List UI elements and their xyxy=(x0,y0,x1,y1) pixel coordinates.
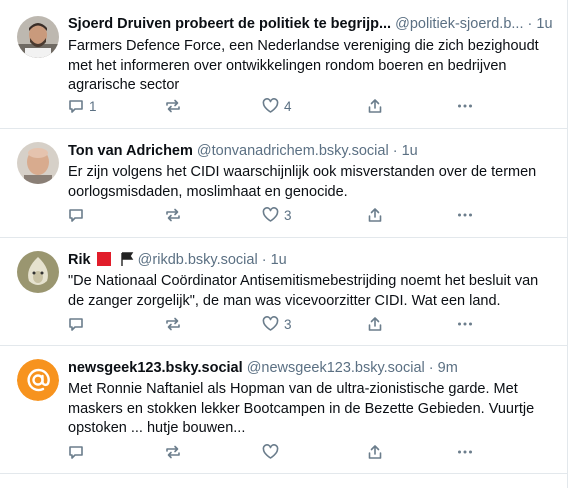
reply-button[interactable] xyxy=(68,444,89,460)
post-time[interactable]: 1u xyxy=(402,143,418,159)
more-options-button[interactable] xyxy=(457,444,473,460)
post-time[interactable]: 9m xyxy=(438,360,458,376)
author-handle[interactable]: @newsgeek123.bsky.social xyxy=(247,360,425,376)
author-name[interactable]: Rik xyxy=(68,252,91,268)
share-icon xyxy=(368,317,382,331)
post-header: Rik @rikdb.bsky.social · 1u xyxy=(68,250,559,270)
separator-dot: · xyxy=(261,252,267,268)
author-name[interactable]: newsgeek123.bsky.social xyxy=(68,360,243,376)
at-sign-icon xyxy=(17,359,59,401)
like-count: 3 xyxy=(284,316,292,332)
heart-icon xyxy=(262,444,279,459)
post-item[interactable]: Sjoerd Druiven probeert de politiek te b… xyxy=(0,0,567,129)
post-time[interactable]: 1u xyxy=(536,16,552,32)
post-item[interactable]: Rik @rikdb.bsky.social · 1u "De Nationaa… xyxy=(0,238,567,346)
repost-button[interactable] xyxy=(164,444,182,460)
reply-button[interactable]: 1 xyxy=(68,98,97,114)
post-text: Farmers Defence Force, een Nederlandse v… xyxy=(68,38,539,93)
like-count: 3 xyxy=(284,207,292,223)
post-text: Er zijn volgens het CIDI waarschijnlijk … xyxy=(68,164,537,200)
ellipsis-icon xyxy=(458,213,472,217)
share-button[interactable] xyxy=(367,207,383,223)
share-button[interactable] xyxy=(367,444,383,460)
repost-icon xyxy=(166,317,180,331)
person-photo-icon xyxy=(17,142,59,184)
reply-icon xyxy=(69,100,83,113)
share-button[interactable] xyxy=(367,98,383,114)
red-square-icon xyxy=(96,252,111,266)
heart-icon xyxy=(262,98,279,113)
author-name[interactable]: Ton van Adrichem xyxy=(68,143,193,159)
repost-icon xyxy=(166,445,180,459)
post-item[interactable]: newsgeek123.bsky.social @newsgeek123.bsk… xyxy=(0,346,567,474)
heart-icon xyxy=(262,316,279,331)
post-text: Met Ronnie Naftaniel als Hopman van de u… xyxy=(68,381,535,436)
author-handle[interactable]: @politiek-sjoerd.b... xyxy=(395,16,523,32)
feed: Sjoerd Druiven probeert de politiek te b… xyxy=(0,0,568,488)
repost-icon xyxy=(166,208,180,222)
reply-icon xyxy=(69,209,83,222)
more-options-button[interactable] xyxy=(457,316,473,332)
more-options-button[interactable] xyxy=(457,207,473,223)
avatar[interactable] xyxy=(17,359,59,401)
ellipsis-icon xyxy=(458,322,472,326)
reply-button[interactable] xyxy=(68,316,89,332)
repost-button[interactable] xyxy=(164,316,182,332)
avatar[interactable] xyxy=(17,251,59,293)
author-handle[interactable]: @rikdb.bsky.social xyxy=(138,252,258,268)
post-header: Ton van Adrichem @tonvanadrichem.bsky.so… xyxy=(68,141,559,161)
post-time[interactable]: 1u xyxy=(271,252,287,268)
reply-button[interactable] xyxy=(68,207,89,223)
like-button[interactable]: 3 xyxy=(262,316,292,332)
onion-photo-icon xyxy=(17,251,59,293)
share-icon xyxy=(368,99,382,113)
post-item[interactable]: Ton van Adrichem @tonvanadrichem.bsky.so… xyxy=(0,129,567,238)
like-button[interactable]: 3 xyxy=(262,207,292,223)
author-name[interactable]: Sjoerd Druiven probeert de politiek te b… xyxy=(68,16,391,32)
like-button[interactable]: 4 xyxy=(262,98,292,114)
avatar[interactable] xyxy=(17,142,59,184)
share-icon xyxy=(368,208,382,222)
repost-button[interactable] xyxy=(164,98,182,114)
ellipsis-icon xyxy=(458,104,472,108)
share-icon xyxy=(368,445,382,459)
repost-icon xyxy=(166,99,180,113)
separator-dot: · xyxy=(527,16,533,32)
share-button[interactable] xyxy=(367,316,383,332)
reply-count: 1 xyxy=(89,98,97,114)
more-options-button[interactable] xyxy=(457,98,473,114)
post-text: "De Nationaal Coördinator Antisemitismeb… xyxy=(68,273,539,309)
like-count: 4 xyxy=(284,98,292,114)
person-photo-icon xyxy=(17,16,59,58)
ellipsis-icon xyxy=(458,450,472,454)
like-button[interactable] xyxy=(262,444,284,460)
avatar[interactable] xyxy=(17,16,59,58)
author-handle[interactable]: @tonvanadrichem.bsky.social xyxy=(197,143,389,159)
black-flag-icon xyxy=(120,252,134,270)
repost-button[interactable] xyxy=(164,207,182,223)
separator-dot: · xyxy=(392,143,398,159)
post-header: newsgeek123.bsky.social @newsgeek123.bsk… xyxy=(68,358,559,378)
reply-icon xyxy=(69,446,83,459)
reply-icon xyxy=(69,318,83,331)
separator-dot: · xyxy=(428,360,434,376)
heart-icon xyxy=(262,207,279,222)
post-header: Sjoerd Druiven probeert de politiek te b… xyxy=(68,14,559,34)
